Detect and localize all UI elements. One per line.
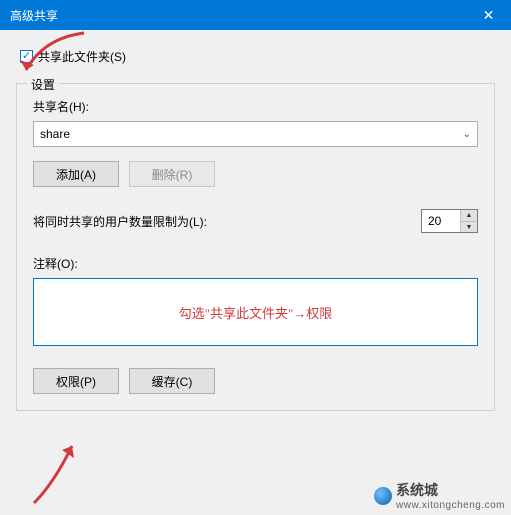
user-limit-label: 将同时共享的用户数量限制为(L): xyxy=(33,213,207,230)
user-limit-row: 将同时共享的用户数量限制为(L): ▲ ▼ xyxy=(33,209,478,233)
window-title: 高级共享 xyxy=(10,7,58,24)
user-limit-input[interactable] xyxy=(422,210,460,232)
close-button[interactable]: ✕ xyxy=(466,0,511,30)
spinner-up-icon[interactable]: ▲ xyxy=(461,210,477,221)
remove-button: 删除(R) xyxy=(129,161,215,187)
comment-label: 注释(O): xyxy=(33,255,478,272)
dialog-content: ✓ 共享此文件夹(S) 设置 共享名(H): share ⌄ 添加(A) 删除(… xyxy=(0,30,511,515)
settings-fieldset: 设置 共享名(H): share ⌄ 添加(A) 删除(R) 将同时共享的用户数… xyxy=(16,83,495,411)
watermark-text: 系统城 www.xitongcheng.com xyxy=(396,480,505,511)
share-checkbox-label: 共享此文件夹(S) xyxy=(38,48,126,65)
titlebar: 高级共享 ✕ xyxy=(0,0,511,30)
spinner-down-icon[interactable]: ▼ xyxy=(461,221,477,232)
watermark-logo-icon xyxy=(374,487,392,505)
cache-button[interactable]: 缓存(C) xyxy=(129,368,215,394)
add-button[interactable]: 添加(A) xyxy=(33,161,119,187)
checkbox-icon[interactable]: ✓ xyxy=(20,50,33,63)
sharename-select[interactable]: share ⌄ xyxy=(33,121,478,147)
sharename-value: share xyxy=(40,127,70,141)
user-limit-spinner[interactable]: ▲ ▼ xyxy=(421,209,478,233)
annotation-text: 勾选"共享此文件夹"→权限 xyxy=(179,303,333,322)
watermark: 系统城 www.xitongcheng.com xyxy=(374,480,505,511)
perm-cache-row: 权限(P) 缓存(C) xyxy=(33,368,478,394)
add-remove-row: 添加(A) 删除(R) xyxy=(33,161,478,187)
close-icon: ✕ xyxy=(483,7,495,24)
fieldset-legend: 设置 xyxy=(27,76,59,93)
watermark-name: 系统城 xyxy=(396,480,505,500)
spinner-buttons: ▲ ▼ xyxy=(460,210,477,232)
chevron-down-icon: ⌄ xyxy=(463,129,471,140)
share-checkbox-row[interactable]: ✓ 共享此文件夹(S) xyxy=(20,48,495,65)
permissions-button[interactable]: 权限(P) xyxy=(33,368,119,394)
sharename-label: 共享名(H): xyxy=(33,98,478,115)
watermark-domain: www.xitongcheng.com xyxy=(396,500,505,511)
comment-input[interactable]: 勾选"共享此文件夹"→权限 xyxy=(33,278,478,346)
